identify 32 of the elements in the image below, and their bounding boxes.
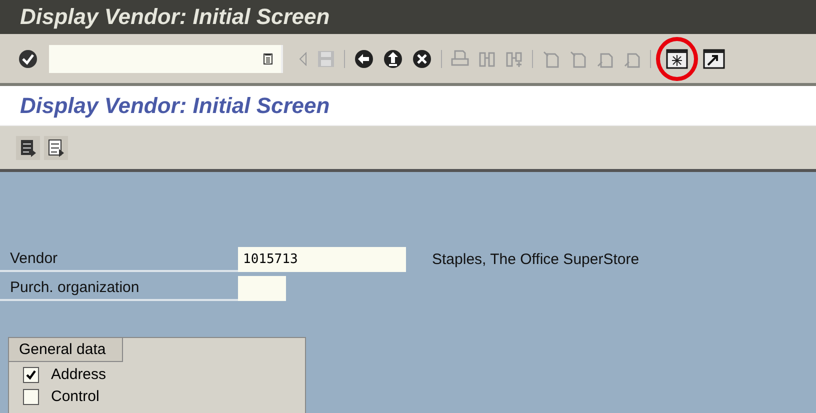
checkbox[interactable] [23,388,39,404]
back-icon[interactable] [354,48,374,68]
group-title: General data [9,338,123,362]
window-title: Display Vendor: Initial Screen [20,4,330,30]
checkbox-label: Control [51,388,100,405]
save-icon[interactable] [317,50,335,68]
field-label: Vendor [0,247,238,272]
checkmark-icon [18,48,38,68]
page-icon[interactable] [542,50,560,68]
command-field[interactable] [49,44,283,72]
page-icon[interactable] [569,50,587,68]
checkbox-label: Address [51,366,106,383]
vendor-name: Staples, The Office SuperStore [432,251,640,268]
list-arrow-icon [19,138,37,156]
binoculars-icon[interactable] [478,50,496,68]
print-icon[interactable] [451,50,469,68]
dropdown-icon [263,52,273,64]
input-field[interactable]: 1015713 [238,247,406,272]
list-outline-icon [47,138,65,156]
list-arrow-button[interactable] [16,136,40,160]
field-label: Purch. organization [0,276,238,301]
shortcut-icon[interactable] [703,48,725,68]
exit-icon[interactable] [383,48,403,68]
screen-title: Display Vendor: Initial Screen [20,92,330,118]
new-session-icon[interactable] [666,48,688,68]
triangle-left-icon[interactable] [298,52,308,66]
checkmark-icon [25,368,37,380]
list-outline-button[interactable] [44,136,68,160]
cancel-icon[interactable] [412,48,432,68]
input-field[interactable] [238,276,286,301]
binoculars-plus-icon[interactable] [505,50,523,68]
checkbox[interactable] [23,366,39,382]
